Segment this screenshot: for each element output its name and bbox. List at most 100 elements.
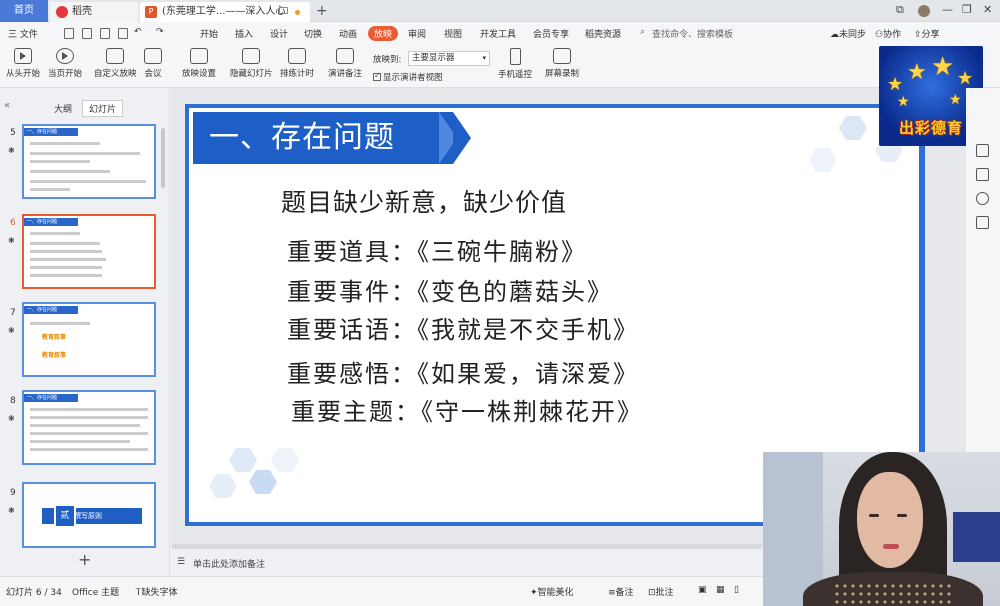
export-icon[interactable] (82, 28, 92, 39)
tab-document[interactable]: P (东莞理工学...——深入人心 (140, 2, 310, 22)
save-icon[interactable] (64, 28, 74, 39)
rehearse-button[interactable]: 排练计时 (280, 48, 314, 79)
animation-star-icon: ✱ (8, 326, 15, 335)
menu-developer[interactable]: 开发工具 (480, 27, 516, 40)
thumb-number: 5 (10, 128, 16, 138)
setup-show-label: 放映设置 (182, 69, 217, 79)
canvas-horizontal-scrollbar[interactable] (172, 544, 762, 549)
star-icon: ★ (931, 52, 955, 82)
menu-docer-resources[interactable]: 稻壳资源 (585, 27, 621, 40)
slide-title[interactable]: 一、存在问题 (209, 116, 395, 160)
property-icon[interactable] (976, 144, 989, 157)
preview-icon[interactable] (118, 28, 128, 39)
menu-review[interactable]: 审阅 (408, 27, 426, 40)
slide-thumbnail[interactable]: 撰写原则 贰 (22, 482, 156, 548)
restore-icon[interactable]: ❐ (962, 3, 972, 16)
normal-view-icon[interactable]: ▣ (698, 585, 707, 595)
notes-toggle-button[interactable]: ≡备注 (608, 585, 634, 598)
thumb-badge: 贰 (54, 504, 76, 528)
presentation-file-icon: P (145, 6, 157, 18)
search-icon[interactable]: ⌕ (640, 27, 645, 37)
sorter-view-icon[interactable]: ▦ (716, 585, 725, 595)
menu-animation[interactable]: 动画 (339, 27, 357, 40)
minimize-icon[interactable]: — (942, 3, 953, 16)
redo-icon[interactable]: ↷ (156, 27, 164, 37)
menu-view[interactable]: 视图 (444, 27, 462, 40)
slide-thumbnail[interactable]: 一、存在问题 (22, 124, 156, 199)
help-icon[interactable] (976, 192, 989, 205)
from-start-button[interactable]: 从头开始 (6, 48, 40, 79)
presenter-lips (883, 544, 899, 549)
thumb-label: 教育叙事 (42, 334, 67, 341)
thumb-header: 一、存在问题 (24, 218, 78, 226)
add-slide-button[interactable]: + (78, 550, 91, 569)
sync-status[interactable]: ☁未同步 (830, 27, 866, 40)
hide-slide-button[interactable]: 隐藏幻灯片 (230, 48, 273, 79)
phone-remote-button[interactable]: 手机遥控 (498, 48, 532, 80)
close-icon[interactable]: ✕ (983, 3, 992, 16)
setup-show-button[interactable]: 放映设置 (182, 48, 216, 79)
slide-thumbnail-selected[interactable]: 一、存在问题 (22, 214, 156, 289)
presenter-view-toggle[interactable]: 显示演讲者视图 (373, 71, 443, 83)
play-icon (14, 48, 32, 64)
notes-area[interactable]: ☰ 单击此处添加备注 (171, 550, 771, 574)
custom-show-button[interactable]: 自定义放映 (94, 48, 137, 79)
share-label: 分享 (921, 30, 940, 40)
reading-view-icon[interactable]: ▯ (734, 585, 739, 595)
slide-subtitle[interactable]: 题目缺少新意，缺少价值 (281, 183, 567, 219)
missing-font-button[interactable]: Ꭲ缺失字体 (136, 585, 177, 598)
thumb-label: 教育叙事 (42, 352, 67, 359)
animation-pane-icon[interactable] (976, 168, 989, 181)
slide-bullet[interactable]: 重要道具：《三碗牛腩粉》 (287, 232, 587, 267)
avatar[interactable] (918, 5, 930, 17)
share-button[interactable]: ⇪分享 (914, 27, 940, 40)
unsaved-dot-icon (295, 10, 300, 15)
slide-thumbnail[interactable]: 一、存在问题 教育叙事 教育叙事 (22, 302, 156, 377)
thumb-number: 8 (10, 396, 16, 406)
tab-docer[interactable]: 稻壳 (50, 2, 138, 22)
thumb-text-line (30, 180, 146, 183)
settings-icon[interactable] (976, 216, 989, 229)
slide-bullet[interactable]: 重要话语：《我就是不交手机》 (287, 310, 639, 345)
menu-member[interactable]: 会员专享 (533, 27, 569, 40)
command-search-input[interactable]: 查找命令、搜索模板 (652, 27, 733, 40)
smart-beautify-button[interactable]: ✦智能美化 (530, 585, 574, 598)
menu-insert[interactable]: 插入 (235, 27, 253, 40)
from-current-button[interactable]: 当页开始 (48, 48, 82, 79)
menu-start[interactable]: 开始 (200, 27, 218, 40)
play-circle-icon (56, 48, 74, 64)
new-tab-button[interactable]: + (316, 2, 328, 20)
collab-button[interactable]: ⚇协作 (875, 27, 901, 40)
tab-slides[interactable]: 幻灯片 (82, 100, 124, 117)
slide-bullet[interactable]: 重要主题：《守一株荆棘花开》 (291, 392, 643, 427)
collapse-panel-icon[interactable]: « (4, 100, 10, 111)
missing-font-label: 缺失字体 (141, 588, 178, 598)
slide-bullet[interactable]: 重要事件：《变色的蘑菇头》 (287, 272, 613, 307)
print-icon[interactable] (100, 28, 110, 39)
tab-outline[interactable]: 大纲 (54, 102, 72, 115)
screen-record-button[interactable]: 屏幕录制 (545, 48, 579, 79)
thumbnail-scrollbar[interactable] (161, 128, 165, 188)
tab-home[interactable]: 首页 (0, 0, 48, 22)
monitor-icon[interactable] (279, 7, 288, 14)
thumb-text-line (30, 160, 90, 163)
star-icon: ★ (907, 60, 927, 85)
rehearse-label: 排练计时 (280, 69, 315, 79)
undo-icon[interactable]: ↶ (134, 27, 142, 37)
comments-button[interactable]: ⊡批注 (648, 585, 674, 598)
slide-thumbnail[interactable]: 一、存在问题 (22, 390, 156, 465)
thumb-text-line (30, 408, 148, 411)
menu-design[interactable]: 设计 (270, 27, 288, 40)
speaker-notes-button[interactable]: 演讲备注 (328, 48, 362, 79)
menu-file[interactable]: 三 文件 (8, 27, 38, 40)
checkbox-icon (373, 71, 381, 81)
menu-transition[interactable]: 切换 (304, 27, 322, 40)
meeting-button[interactable]: 会议 (144, 48, 162, 79)
show-to-dropdown[interactable]: 主要显示器 ▾ (408, 51, 490, 66)
slide-bullet[interactable]: 重要感悟：《如果爱，请深爱》 (287, 354, 639, 389)
screen-record-label: 屏幕录制 (545, 69, 580, 79)
window-layout-icon[interactable]: ⧉ (896, 3, 904, 17)
thumb-text-line (30, 250, 102, 253)
animation-star-icon: ✱ (8, 236, 15, 245)
menu-slideshow[interactable]: 放映 (368, 26, 399, 41)
